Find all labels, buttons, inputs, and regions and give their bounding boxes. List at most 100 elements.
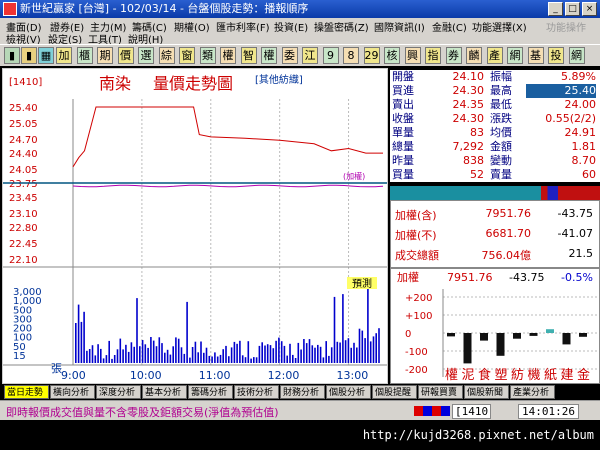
toolbar-button[interactable]: 類 xyxy=(199,47,216,64)
menu-code[interactable]: 操盤密碼(Z) xyxy=(314,19,369,34)
sector-bar xyxy=(513,333,521,339)
volume-bar xyxy=(113,355,116,363)
toolbar-button[interactable]: 網 xyxy=(568,47,585,64)
toolbar-grid-icon[interactable]: ▦ xyxy=(38,47,54,64)
menu-invest[interactable]: 投資(E) xyxy=(274,19,308,34)
toolbar-button[interactable]: 權 xyxy=(220,47,236,64)
volume-bar xyxy=(303,339,305,363)
tab-7[interactable]: 個股分析 xyxy=(326,385,371,399)
volume-bar xyxy=(361,330,364,363)
quote-value: 8.70 xyxy=(571,154,597,167)
toolbar-button[interactable]: 8 xyxy=(343,47,359,64)
volume-bar xyxy=(83,311,85,363)
tab-5[interactable]: 技術分析 xyxy=(234,385,279,399)
tab-9[interactable]: 研報買賣 xyxy=(418,385,463,399)
index-value: 756.04億 xyxy=(481,249,532,262)
toolbar-button[interactable]: 基 xyxy=(527,47,544,64)
tab-8[interactable]: 個股提醒 xyxy=(372,385,417,399)
toolbar-button[interactable]: 指 xyxy=(425,47,441,64)
volume-bar xyxy=(294,358,297,363)
quote-label: 賣量 xyxy=(490,168,512,181)
quote-label: 單量 xyxy=(392,126,414,139)
tab-11[interactable]: 產業分析 xyxy=(510,385,555,399)
volume-bar xyxy=(136,298,138,363)
sector-chart: 加權 7951.76 -43.75 -0.5% +200 +100 0 -100 -20… xyxy=(397,271,597,383)
toolbar-button[interactable]: 窗 xyxy=(179,47,195,64)
volume-bar xyxy=(289,343,291,363)
volume-bar xyxy=(278,337,280,363)
quote-value: 83 xyxy=(470,126,484,139)
toolbar-button[interactable]: 委 xyxy=(281,47,298,64)
quote-label: 金額 xyxy=(490,140,512,153)
tab-4[interactable]: 籌碼分析 xyxy=(188,385,233,399)
volume-bar xyxy=(166,349,169,363)
toolbar-button[interactable]: 價 xyxy=(117,47,134,64)
toolbar-button[interactable]: 櫃 xyxy=(76,47,93,64)
maximize-button[interactable]: □ xyxy=(565,2,580,16)
menu-forex[interactable]: 匯市利率(F) xyxy=(216,19,270,34)
toolbar-button[interactable]: 期 xyxy=(97,47,113,64)
quote-value: 7,292 xyxy=(452,140,485,153)
toolbar-button[interactable]: 投 xyxy=(548,47,564,64)
toolbar-button[interactable]: 興 xyxy=(404,47,421,64)
toolbar-button[interactable]: 網 xyxy=(507,47,523,64)
volume-bar xyxy=(253,357,255,363)
toolbar-bars-icon[interactable]: ▮ xyxy=(21,47,37,64)
toolbar-button[interactable]: 綜 xyxy=(158,47,175,64)
toolbar: ▮ ▮ ▦ 加櫃期價選綜窗類權智權委江 9 8 29 核興指券麟產網基投網 xyxy=(0,44,600,66)
volume-bar xyxy=(230,347,233,363)
volume-bar xyxy=(169,354,172,363)
tab-10[interactable]: 個股新聞 xyxy=(464,385,509,399)
menu-function[interactable]: 功能選擇(X) xyxy=(472,19,527,34)
stock-code: [1410] xyxy=(9,77,42,88)
order-strength-bar xyxy=(390,186,600,200)
close-button[interactable]: × xyxy=(582,2,597,16)
toolbar-chart-icon[interactable]: ▮ xyxy=(4,47,20,64)
toolbar-button[interactable]: 江 xyxy=(302,47,318,64)
toolbar-button[interactable]: 產 xyxy=(486,47,503,64)
toolbar-button[interactable]: 智 xyxy=(240,47,257,64)
toolbar-button[interactable]: 29 xyxy=(363,47,380,64)
volume-bar xyxy=(250,358,252,363)
volume-bar xyxy=(100,348,102,363)
volume-bar xyxy=(175,337,177,363)
volume-bar xyxy=(328,355,330,363)
sector-category-label: 金 xyxy=(577,367,590,383)
menu-intl[interactable]: 國際資訊(I) xyxy=(374,19,425,34)
price-tick-label: 23.10 xyxy=(9,209,38,220)
price-tick-label: 24.70 xyxy=(9,135,38,146)
volume-bar xyxy=(311,345,314,363)
toolbar-button[interactable]: 加 xyxy=(56,47,72,64)
volume-bar xyxy=(325,341,327,363)
price-tick-label: 25.40 xyxy=(9,103,38,114)
toolbar-button[interactable]: 麟 xyxy=(466,47,482,64)
toolbar-button[interactable]: 券 xyxy=(445,47,462,64)
quote-row: 昨量 838 變動 8.70 xyxy=(390,154,600,168)
price-tick-label: 23.75 xyxy=(9,179,38,190)
forecast-label[interactable]: 預測 xyxy=(352,277,372,290)
quote-label: 收盤 xyxy=(392,112,414,125)
time-tick-label: 13:00 xyxy=(337,369,369,382)
toolbar-button[interactable]: 權 xyxy=(261,47,277,64)
quote-value: 25.40 xyxy=(526,84,596,98)
minimize-button[interactable]: _ xyxy=(548,2,563,16)
volume-bar xyxy=(225,345,227,363)
status-indicator xyxy=(414,406,450,416)
volume-bar xyxy=(133,346,135,363)
tab-6[interactable]: 財務分析 xyxy=(280,385,325,399)
tab-1[interactable]: 橫向分析 xyxy=(50,385,95,399)
tab-2[interactable]: 深度分析 xyxy=(96,385,141,399)
status-code[interactable]: [1410 xyxy=(452,404,492,419)
menu-finance[interactable]: 金融(C) xyxy=(432,19,467,34)
toolbar-button[interactable]: 核 xyxy=(384,47,400,64)
quote-value: 24.30 xyxy=(452,84,485,97)
volume-bar xyxy=(205,347,208,363)
menu-options[interactable]: 期權(O) xyxy=(174,19,210,34)
quote-label: 買進 xyxy=(392,84,414,97)
tab-3[interactable]: 基本分析 xyxy=(142,385,187,399)
toolbar-button[interactable]: 9 xyxy=(322,47,339,64)
toolbar-button[interactable]: 選 xyxy=(138,47,154,64)
time-tick-label: 10:00 xyxy=(130,369,162,382)
tab-0[interactable]: 當日走勢 xyxy=(4,385,49,399)
volume-bar xyxy=(158,337,161,363)
